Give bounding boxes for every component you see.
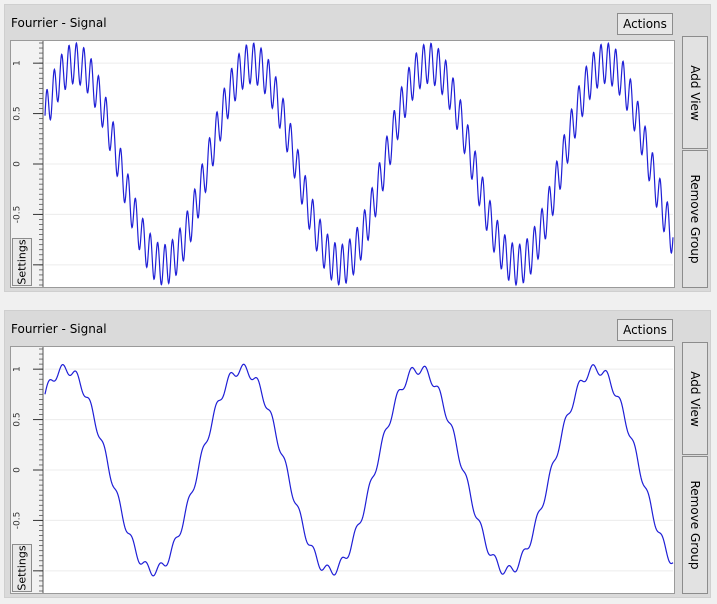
- y-tick-label: 0.5: [13, 106, 23, 120]
- remove-group-button[interactable]: Remove Group: [682, 150, 708, 288]
- y-tick-label: 1: [13, 366, 23, 372]
- actions-button[interactable]: Actions: [617, 319, 673, 341]
- y-tick-label: 0: [13, 467, 23, 473]
- remove-group-label: Remove Group: [688, 480, 702, 570]
- add-view-label: Add View: [688, 370, 702, 427]
- panel-title: Fourrier - Signal: [11, 16, 107, 30]
- y-tick-label: 1: [13, 60, 23, 66]
- plot-area[interactable]: 10.50-0.5-1 Settings: [10, 40, 675, 288]
- remove-group-button[interactable]: Remove Group: [682, 456, 708, 594]
- signal-chart: 10.50-0.5-1: [11, 347, 674, 593]
- signal-panel-top: Fourrier - Signal Actions 10.50-0.5-1 Se…: [4, 4, 711, 292]
- remove-group-label: Remove Group: [688, 174, 702, 264]
- settings-label: Settings: [15, 545, 29, 591]
- y-tick-label: 0: [13, 161, 23, 167]
- add-view-button[interactable]: Add View: [682, 342, 708, 455]
- signal-chart: 10.50-0.5-1: [11, 41, 674, 287]
- add-view-label: Add View: [688, 64, 702, 121]
- y-tick-label: 0.5: [13, 412, 23, 426]
- settings-button[interactable]: Settings: [12, 544, 32, 592]
- y-tick-label: -0.5: [13, 512, 23, 530]
- settings-label: Settings: [15, 239, 29, 285]
- panel-title: Fourrier - Signal: [11, 322, 107, 336]
- signal-panel-bottom: Fourrier - Signal Actions 10.50-0.5-1 Se…: [4, 310, 711, 598]
- y-tick-label: -0.5: [13, 206, 23, 224]
- actions-button[interactable]: Actions: [617, 13, 673, 35]
- add-view-button[interactable]: Add View: [682, 36, 708, 149]
- settings-button[interactable]: Settings: [12, 238, 32, 286]
- plot-area[interactable]: 10.50-0.5-1 Settings: [10, 346, 675, 594]
